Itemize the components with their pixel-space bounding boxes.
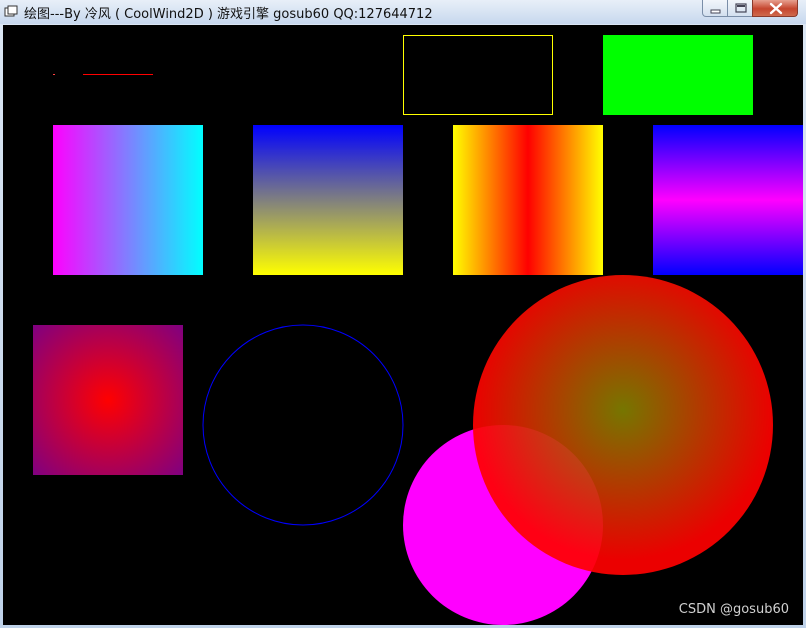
minimize-button[interactable] [702, 0, 728, 17]
radial-gradient-square [33, 325, 183, 475]
app-icon [4, 5, 18, 17]
yellow-red-gradient-rect [453, 125, 603, 275]
title-bar[interactable]: 绘图---By 冷风 ( CoolWind2D ) 游戏引擎 gosub60 Q… [0, 0, 806, 24]
blue-magenta-gradient-rect [653, 125, 803, 275]
green-filled-rect [603, 35, 753, 115]
radial-gradient-circle [473, 275, 773, 575]
magenta-cyan-gradient-rect [53, 125, 203, 275]
maximize-button[interactable] [727, 0, 753, 17]
yellow-outline-rect [403, 35, 553, 115]
drawing-canvas: CSDN @gosub60 [3, 25, 803, 625]
app-window: 绘图---By 冷风 ( CoolWind2D ) 游戏引擎 gosub60 Q… [0, 0, 806, 628]
pixel-dot [53, 74, 55, 75]
blue-outline-circle [202, 324, 404, 526]
minimize-icon [710, 9, 721, 14]
canvas-graphics [33, 35, 803, 625]
close-button[interactable] [752, 0, 798, 17]
maximize-icon [735, 3, 747, 13]
close-icon [769, 2, 783, 15]
blue-yellow-gradient-rect [253, 125, 403, 275]
watermark: CSDN @gosub60 [678, 602, 789, 617]
window-title: 绘图---By 冷风 ( CoolWind2D ) 游戏引擎 gosub60 Q… [24, 7, 433, 22]
